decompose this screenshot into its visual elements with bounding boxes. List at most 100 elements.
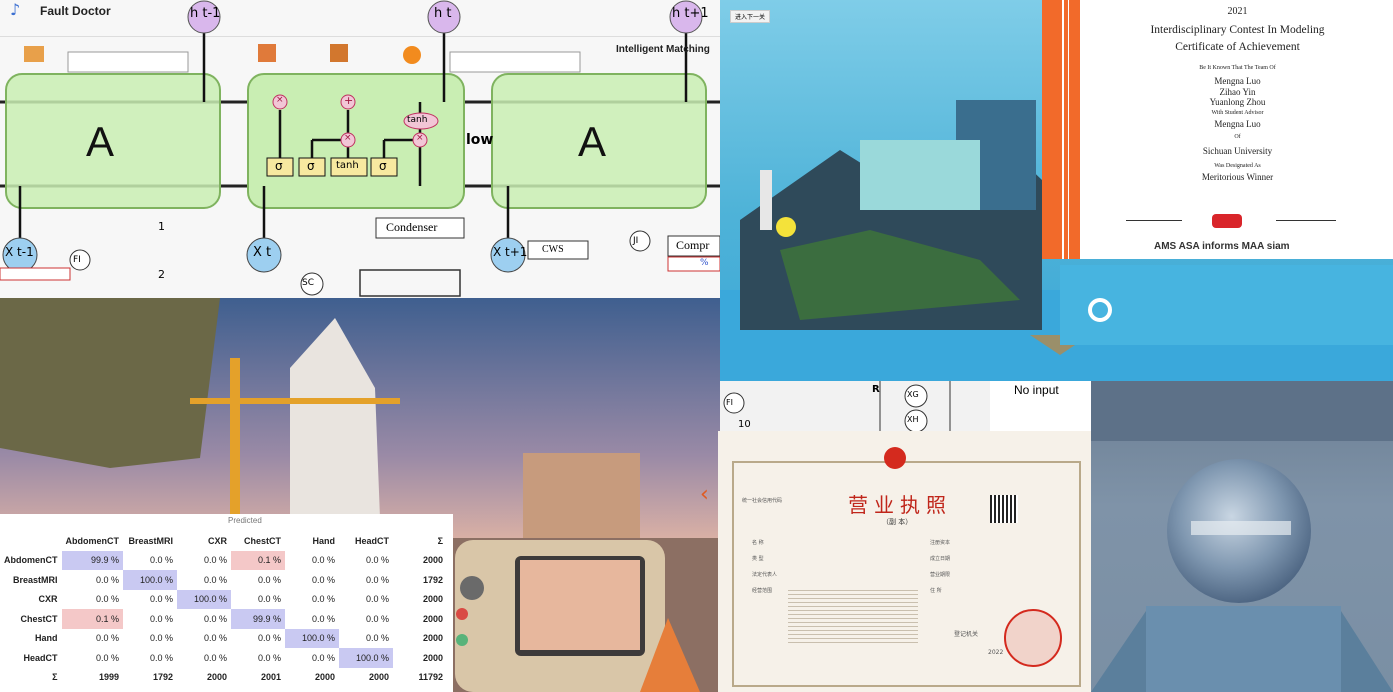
designated-text: Was Designated As [1214,163,1261,169]
field-label-legal-rep: 法定代表人 [752,572,778,578]
pid-num-1: 1 [158,220,165,233]
field-label-address: 住 所 [930,588,942,594]
scope-text-block [788,587,918,645]
table-row: HeadCT 0.0 % 0.0 % 0.0 % 0.0 % 0.0 % 100… [0,648,447,668]
signature-line-2 [1276,220,1336,221]
column-header: HeadCT [354,535,389,546]
red-button-icon[interactable] [456,608,468,620]
tower-shape [290,318,380,518]
record-icon[interactable] [403,46,421,64]
certificate-year: 2021 [1227,6,1248,17]
university-name: Sichuan University [1202,146,1273,156]
row-header: AbdomenCT [4,555,58,566]
pid-label-r: R [872,384,880,395]
app-title: Fault Doctor [40,4,111,18]
row-sum: 2000 [422,652,443,663]
license-title: 营业执照 [848,493,952,517]
input-prev-label: X t-1 [5,245,34,259]
input-next-label: X t+1 [493,245,528,259]
certificate-title-1: Interdisciplinary Contest In Modeling [1150,24,1325,36]
field-label-term: 营业期限 [930,572,951,578]
matrix-cell: 0.0 % [203,633,227,644]
op-mult-label-1: × [276,95,284,105]
column-total: 2000 [368,672,389,683]
column-header: Hand [312,535,336,546]
table-row: CXR 0.0 % 0.0 % 100.0 % 0.0 % 0.0 % 0.0 … [0,589,447,609]
pid-label-fi: FI [726,398,733,407]
matrix-cell: 100.0 % [177,589,231,609]
sponsor-logos: AMS ASA informs MAA siam [1154,241,1290,252]
green-button-icon[interactable] [456,634,468,646]
row-header: ChestCT [20,613,58,624]
matrix-cell: 0.0 % [311,555,335,566]
row-header: BreastMRI [12,574,58,585]
pid-fragment-tile: R XG XH FI 10 No input [720,381,1091,431]
table-row: Hand 0.0 % 0.0 % 0.0 % 0.0 % 100.0 % 0.0… [0,628,447,648]
matrix-cell: 0.0 % [203,613,227,624]
building-icon[interactable] [330,44,348,62]
matrix-cell: 0.0 % [365,594,389,605]
certificate-border [1042,0,1080,259]
qr-code-icon [990,495,1018,523]
folder-icon[interactable] [24,46,44,62]
comap-logo [1212,214,1242,228]
row-sum: 2000 [422,633,443,644]
matrix-cell: 0.1 % [61,609,123,629]
crane-jib [190,398,400,404]
joystick-icon[interactable] [460,576,484,600]
matrix-cell: 0.0 % [95,594,119,605]
matrix-cell: 0.0 % [149,633,173,644]
totals-row: Σ 1999 1792 2000 2001 2000 2000 11792 [0,668,447,688]
matrix-cell: 0.0 % [365,574,389,585]
certificate-of: Of [1234,134,1241,140]
save-icon[interactable] [258,44,276,62]
grand-total: 11792 [418,672,443,683]
hidden-prev-label: h t-1 [190,6,221,21]
national-emblem-icon [884,447,906,469]
row-header: HeadCT [23,652,58,663]
column-total: 1999 [98,672,119,683]
matrix-cell: 0.0 % [365,613,389,624]
matrix-cell: 0.0 % [257,652,281,663]
compr-label: Compr [676,238,710,252]
no-input-label: No input [1014,383,1059,397]
totals-label: Σ [52,672,58,683]
predicted-axis-title: Predicted [228,516,262,525]
advisor-intro: With Student Advisor [1211,110,1264,116]
matrix-cell: 0.0 % [203,652,227,663]
matrix-cell: 100.0 % [339,648,393,668]
field-label-scope: 经营范围 [752,588,773,594]
award-name: Meritorious Winner [1201,172,1274,182]
row-sum: 2000 [422,613,443,624]
block-label-right: A [578,118,607,165]
certificate-intro: Be It Known That The Team Of [1199,65,1276,71]
nav-arrow-icon[interactable]: ‹ [700,482,709,507]
cell-tanh-label: tanh [407,115,428,125]
music-note-icon: ♪ [10,0,21,19]
column-header: Σ [437,535,443,546]
matrix-cell: 0.0 % [149,594,173,605]
matrix-cell: 100.0 % [123,570,177,590]
crane-mast [230,358,240,518]
row-header: CXR [38,594,58,605]
field-label-name: 名 称 [752,540,764,546]
compr-percent: % [700,258,709,268]
row-sum: 1792 [422,574,443,585]
sphere-scene [1091,381,1393,692]
matrix-cell: 99.9 % [61,550,123,570]
hidden-next-label: h t+1 [672,6,709,21]
matrix-cell: 0.0 % [311,574,335,585]
next-level-button[interactable]: 进入下一关 [730,10,771,23]
gate-label-forget: σ [275,159,283,173]
member-1: Mengna Luo [1214,76,1261,86]
tab-intelligent-matching[interactable]: Intelligent Matching [616,44,710,55]
column-header: CXR [207,535,227,546]
matrix-cell: 0.1 % [231,550,285,570]
column-total: 2000 [314,672,335,683]
flow-label: low [466,132,494,148]
matrix-cell: 0.0 % [365,633,389,644]
matrix-cell: 0.0 % [257,594,281,605]
column-header: AbdomenCT [65,535,120,546]
official-seal [1004,609,1062,667]
column-header: BreastMRI [128,535,173,546]
